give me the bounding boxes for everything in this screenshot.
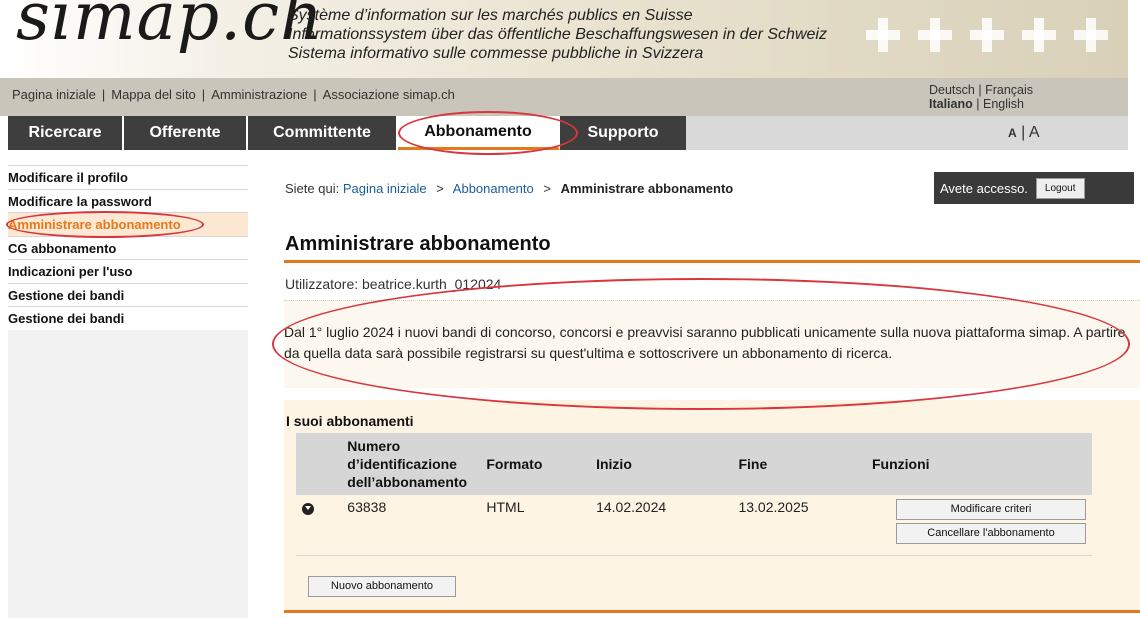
session-status: Avete accesso.: [940, 180, 1028, 196]
sidebar-item-tender-management-2[interactable]: Gestione dei bandi: [8, 307, 248, 331]
tab-offerente[interactable]: Offerente: [124, 116, 248, 150]
page-title: Amministrare abbonamento: [285, 233, 551, 255]
link-administration[interactable]: Amministrazione: [211, 87, 307, 102]
cell-start: 14.02.2024: [590, 495, 733, 556]
tagline-fr: Système d’information sur les marchés pu…: [288, 7, 693, 24]
tagline-de: Informationssystem über das öffentliche …: [288, 26, 827, 43]
column-header-id-line: Numero: [347, 438, 401, 454]
breadcrumb-current: Amministrare abbonamento: [560, 181, 734, 196]
title-underline: [284, 260, 1140, 263]
sidebar-item-modify-profile[interactable]: Modificare il profilo: [8, 166, 248, 190]
lang-english[interactable]: English: [983, 97, 1024, 111]
modify-criteria-button[interactable]: Modificare criteri: [896, 499, 1086, 520]
link-sitemap[interactable]: Mappa del sito: [111, 87, 196, 102]
sidebar-item-usage-instructions[interactable]: Indicazioni per l'uso: [8, 260, 248, 284]
language-switcher: Deutsch | Français Italiano | English: [929, 83, 1033, 111]
sidebar-item-tender-management[interactable]: Gestione dei bandi: [8, 283, 248, 307]
table-row: 63838 HTML 14.02.2024 13.02.2025 Modific…: [296, 495, 1092, 556]
main-nav: Ricercare Offerente Committente Abboname…: [8, 116, 1128, 150]
separator: |: [978, 83, 982, 97]
breadcrumb-section-link[interactable]: Abbonamento: [453, 181, 534, 196]
separator: |: [101, 87, 106, 102]
session-box: Avete accesso. Logout: [934, 172, 1134, 204]
sidebar-background: [8, 330, 248, 618]
column-header-start: Inizio: [590, 433, 733, 495]
swiss-cross-icon: [970, 18, 1004, 52]
separator: |: [1021, 124, 1026, 141]
text-size-large[interactable]: A: [1029, 124, 1040, 141]
separator: |: [976, 97, 980, 111]
column-header-empty: [296, 433, 342, 495]
lang-italiano[interactable]: Italiano: [929, 97, 973, 111]
table-header-row: Numero d’identificazione dell’abbonament…: [296, 433, 1092, 495]
text-size-control: A | A: [1008, 124, 1040, 142]
swiss-cross-icon: [866, 18, 900, 52]
sidebar-item-manage-subscription[interactable]: Amministrare abbonamento: [8, 213, 248, 237]
tab-ricercare[interactable]: Ricercare: [8, 116, 124, 150]
tab-supporto[interactable]: Supporto: [560, 116, 686, 150]
header-banner: simap.ch Système d’information sur les m…: [0, 0, 1128, 78]
subscriptions-title: I suoi abbonamenti: [286, 413, 414, 429]
swiss-cross-icon: [1074, 18, 1108, 52]
cell-functions: Modificare criteri Cancellare l'abboname…: [866, 495, 1092, 556]
swiss-cross-icon: [918, 18, 952, 52]
cell-format: HTML: [480, 495, 591, 556]
breadcrumb-separator: >: [543, 181, 551, 196]
column-header-format: Formato: [480, 433, 591, 495]
lang-deutsch[interactable]: Deutsch: [929, 83, 975, 97]
new-subscription-button[interactable]: Nuovo abbonamento: [308, 576, 456, 597]
swiss-cross-icon: [1022, 18, 1056, 52]
cell-id: 63838: [341, 495, 481, 556]
cell-end: 13.02.2025: [732, 495, 866, 556]
site-tagline: Système d’information sur les marchés pu…: [288, 6, 827, 63]
tagline-it: Sistema informativo sulle commesse pubbl…: [288, 45, 704, 62]
notice-box: Dal 1° luglio 2024 i nuovi bandi di conc…: [284, 300, 1140, 388]
column-header-id-line: d’identificazione: [347, 456, 457, 472]
link-home[interactable]: Pagina iniziale: [12, 87, 96, 102]
top-links-bar: Pagina iniziale | Mappa del sito | Amministr…: [0, 78, 1128, 116]
subscriptions-table: Numero d’identificazione dell’abbonament…: [296, 433, 1092, 556]
column-header-end: Fine: [732, 433, 866, 495]
row-expand-cell: [296, 495, 342, 556]
column-header-id-line: dell’abbonamento: [347, 474, 468, 490]
sidebar: Modificare il profilo Modificare la pass…: [8, 165, 248, 331]
bottom-accent-bar: [284, 610, 1140, 613]
user-line: Utilizzatore: beatrice.kurth_012024: [285, 276, 502, 292]
subscriptions-panel: I suoi abbonamenti Numero d’identificazi…: [284, 400, 1140, 610]
simap-logo[interactable]: simap.ch: [16, 0, 324, 55]
breadcrumb-prefix: Siete qui:: [285, 181, 340, 196]
separator: |: [201, 87, 206, 102]
breadcrumb: Siete qui: Pagina iniziale > Abbonamento…: [285, 181, 733, 196]
breadcrumb-separator: >: [436, 181, 444, 196]
separator: |: [313, 87, 317, 102]
expand-arrow-icon[interactable]: [302, 503, 314, 515]
tab-abbonamento[interactable]: Abbonamento: [398, 116, 560, 150]
column-header-id: Numero d’identificazione dell’abbonament…: [341, 433, 481, 495]
column-header-functions: Funzioni: [866, 433, 1092, 495]
tab-committente[interactable]: Committente: [248, 116, 398, 150]
logout-button[interactable]: Logout: [1035, 177, 1085, 199]
cancel-subscription-button[interactable]: Cancellare l'abbonamento: [896, 523, 1086, 544]
text-size-small[interactable]: A: [1008, 126, 1017, 140]
link-association[interactable]: Associazione simap.ch: [323, 87, 455, 102]
sidebar-item-modify-password[interactable]: Modificare la password: [8, 189, 248, 213]
sidebar-item-subscription-terms[interactable]: CG abbonamento: [8, 236, 248, 260]
breadcrumb-home-link[interactable]: Pagina iniziale: [343, 181, 427, 196]
notice-text: Dal 1° luglio 2024 i nuovi bandi di conc…: [284, 324, 1126, 361]
lang-francais[interactable]: Français: [985, 83, 1033, 97]
